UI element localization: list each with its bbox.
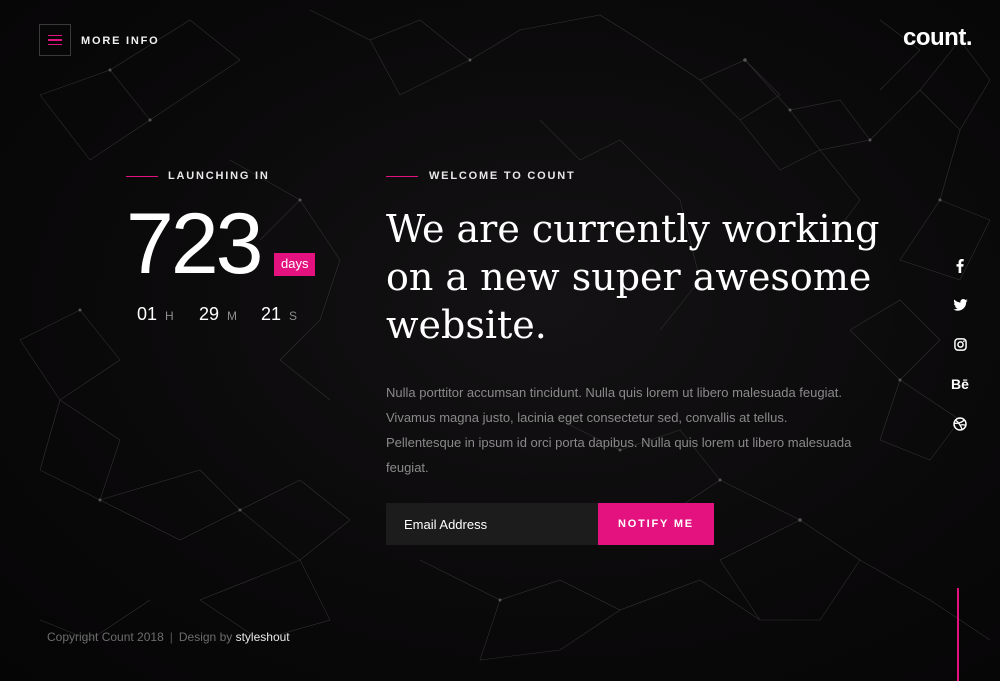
design-by-text: Design by — [178, 630, 233, 644]
dribbble-icon — [953, 417, 967, 431]
instagram-link[interactable] — [946, 325, 974, 365]
welcome-label: WELCOME TO COUNT — [429, 170, 576, 182]
hamburger-icon — [48, 32, 62, 49]
countdown-minutes: 29 M — [199, 304, 237, 325]
instagram-icon — [953, 338, 967, 352]
days-unit-badge: days — [274, 253, 316, 276]
hours-unit: H — [165, 309, 174, 323]
page-headline: We are currently working on a new super … — [386, 207, 880, 347]
decorative-accent-line — [957, 588, 959, 681]
seconds-value: 21 — [261, 304, 282, 324]
intro-description: Nulla porttitor accumsan tincidunt. Null… — [386, 385, 852, 475]
menu-toggle-button[interactable] — [39, 24, 71, 56]
notify-me-button[interactable]: NOTIFY ME — [598, 503, 714, 545]
dribbble-link[interactable] — [946, 404, 974, 444]
behance-icon: Bē — [951, 376, 969, 393]
hours-value: 01 — [137, 304, 158, 324]
welcome-label-line — [386, 176, 418, 177]
facebook-icon — [956, 258, 964, 273]
countdown-seconds: 21 S — [261, 304, 297, 325]
facebook-link[interactable] — [946, 246, 974, 286]
minutes-value: 29 — [199, 304, 220, 324]
social-links: Bē — [946, 246, 974, 444]
countdown-days: 723 — [126, 196, 263, 292]
author-link[interactable]: styleshout — [236, 630, 290, 644]
footer-separator: | — [169, 630, 173, 644]
launching-label: LAUNCHING IN — [168, 170, 270, 182]
site-logo[interactable]: count. — [903, 24, 973, 52]
twitter-link[interactable] — [946, 286, 974, 326]
launching-label-line — [126, 176, 158, 177]
behance-link[interactable]: Bē — [946, 365, 974, 405]
email-input[interactable] — [386, 503, 598, 545]
seconds-unit: S — [289, 309, 298, 323]
minutes-unit: M — [227, 309, 238, 323]
twitter-icon — [952, 299, 968, 311]
site-footer: Copyright Count 2018 | Design by styleshou… — [47, 630, 290, 644]
countdown-hours: 01 H — [137, 304, 174, 325]
more-info-link[interactable]: MORE INFO — [81, 35, 160, 47]
copyright-text: Copyright Count 2018 — [47, 630, 164, 644]
